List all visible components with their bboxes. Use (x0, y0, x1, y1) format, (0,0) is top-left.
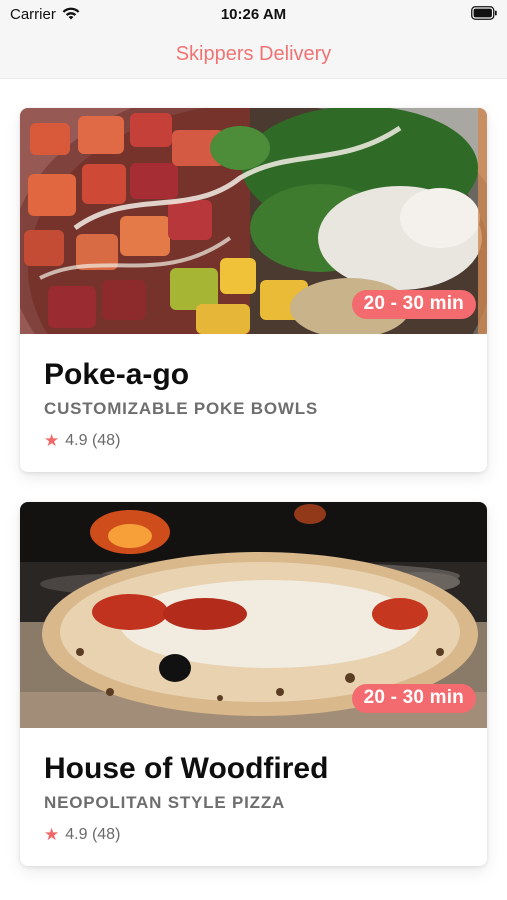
app-title: Skippers Delivery (175, 42, 332, 65)
status-bar: Carrier 10:26 AM (0, 0, 507, 30)
restaurant-list[interactable]: 20 - 30 min Poke-a-go CUSTOMIZABLE POKE … (0, 79, 507, 900)
restaurant-name: Poke-a-go (44, 358, 190, 391)
restaurant-card-house-of-woodfired[interactable]: 20 - 30 min House of Woodfired NEOPOLITA… (20, 502, 487, 866)
restaurant-card-poke-a-go[interactable]: 20 - 30 min Poke-a-go CUSTOMIZABLE POKE … (20, 108, 487, 472)
restaurant-cuisine: NEOPOLITAN STYLE PIZZA (44, 793, 286, 812)
star-icon: ★ (44, 431, 60, 450)
star-icon: ★ (44, 825, 60, 844)
restaurant-rating: ★ 4.9 (48) (44, 431, 467, 451)
restaurant-name: House of Woodfired (44, 752, 329, 785)
navigation-bar: Skippers Delivery (0, 30, 507, 79)
restaurant-rating: ★ 4.9 (48) (44, 825, 467, 845)
card-body: House of Woodfired NEOPOLITAN STYLE PIZZ… (44, 752, 467, 845)
delivery-time-badge: 20 - 30 min (351, 684, 476, 713)
woodfired-pizza-photo: 20 - 30 min (20, 502, 487, 728)
restaurant-cuisine: CUSTOMIZABLE POKE BOWLS (44, 399, 319, 418)
battery-icon (471, 6, 497, 20)
delivery-time-badge: 20 - 30 min (351, 290, 476, 319)
clock: 10:26 AM (220, 6, 287, 23)
poke-bowl-photo: 20 - 30 min (20, 108, 487, 334)
rating-text: 4.9 (48) (65, 432, 121, 449)
rating-text: 4.9 (48) (65, 826, 121, 843)
card-body: Poke-a-go CUSTOMIZABLE POKE BOWLS ★ 4.9 … (44, 358, 467, 451)
